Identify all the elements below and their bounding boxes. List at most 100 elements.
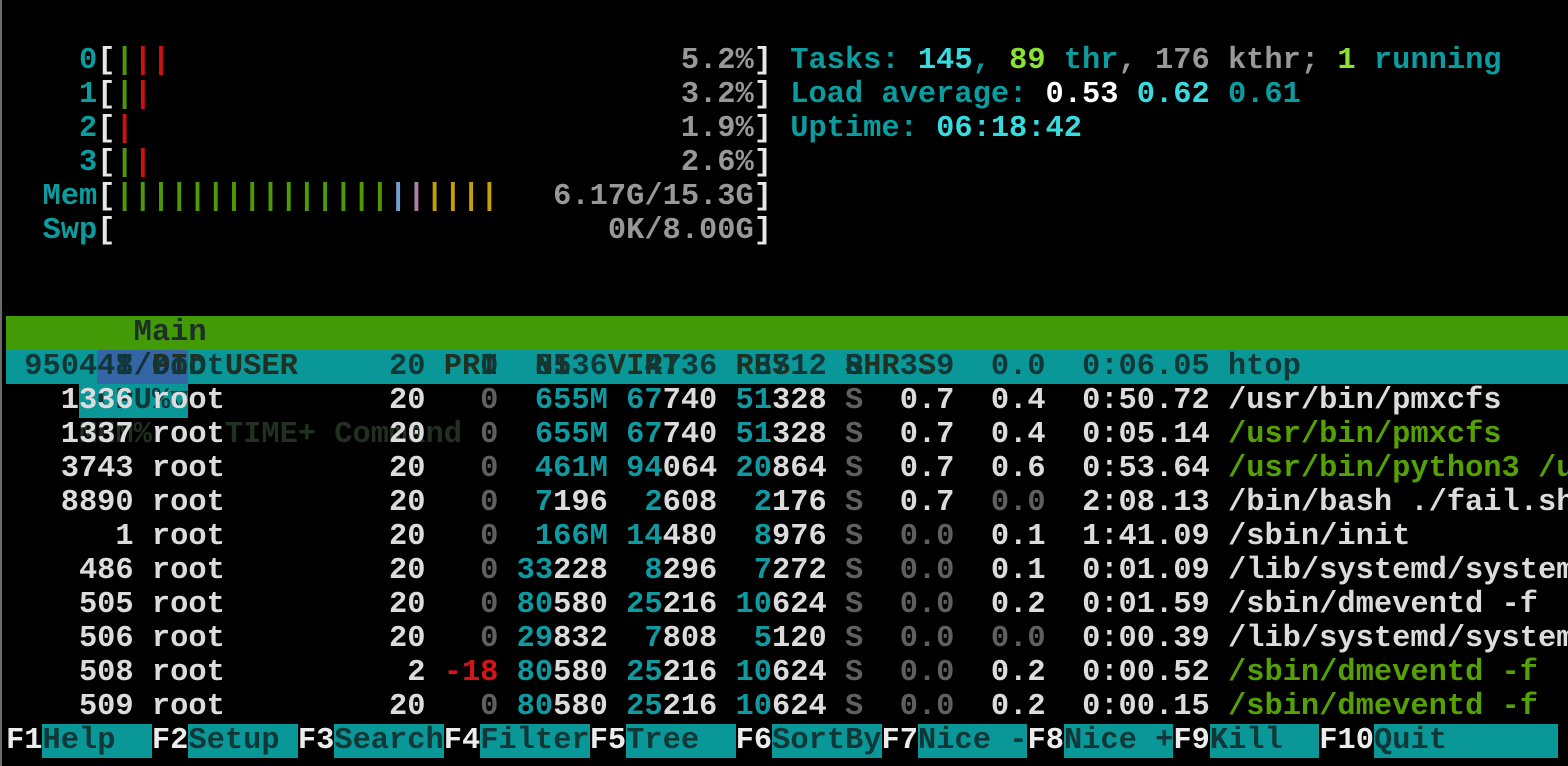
text-segment: 580	[553, 690, 608, 724]
fkey-f9-label[interactable]: Kill	[1210, 724, 1319, 758]
text-segment: [	[97, 146, 115, 180]
text-segment: 0.7	[863, 418, 954, 452]
text-segment: S	[827, 690, 863, 724]
text-segment: 10	[717, 656, 772, 690]
fkey-f1-label[interactable]: Help	[42, 724, 151, 758]
text-segment: 2	[608, 486, 663, 520]
process-row-950448[interactable]: 950448 root 20 0 8536 4736 3712 R 3.9 0.…	[6, 350, 1568, 384]
process-row-1337[interactable]: 1337 root 20 0 655M 67740 51328 S 0.7 0.…	[6, 418, 1568, 452]
cpu3-percent: 2.6%	[152, 146, 754, 180]
text-segment: 228	[553, 554, 608, 588]
text-segment: 0.0	[863, 588, 954, 622]
text-segment: S	[827, 418, 863, 452]
fkey-f1-key[interactable]: F1	[6, 724, 42, 758]
text-segment: /usr/bin/pmxcfs	[1228, 418, 1502, 452]
text-segment: S	[827, 656, 863, 690]
load-15min: 0.61	[1228, 78, 1301, 112]
text-segment: /usr/bin/python3 /u	[1228, 452, 1568, 486]
text-segment: 5	[717, 622, 772, 656]
text-segment: 0:01.59	[1046, 588, 1210, 622]
text-segment: 166M	[498, 520, 607, 554]
text-segment: 608	[663, 486, 718, 520]
process-row-8890[interactable]: 8890 root 20 0 7196 2608 2176 S 0.7 0.0 …	[6, 486, 1568, 520]
text-segment: 950448 root 20 0 8536 4736 3712 R 3.9 0.…	[6, 350, 1301, 384]
process-row-486[interactable]: 486 root 20 0 33228 8296 7272 S 0.0 0.1 …	[6, 554, 1568, 588]
text-segment: 0	[425, 418, 498, 452]
text-segment: ]	[754, 180, 772, 214]
blank-line	[6, 248, 1568, 282]
process-row-509[interactable]: 509 root 20 0 80580 25216 10624 S 0.0 0.…	[6, 690, 1568, 724]
text-segment: 655M	[498, 384, 607, 418]
text-segment: ,	[1119, 44, 1155, 78]
text-segment: 176	[772, 486, 827, 520]
table-header[interactable]: PID USER PRI NI VIRT RES SHR S CPU%▽ MEM…	[6, 316, 1568, 350]
fkey-f3-key[interactable]: F3	[298, 724, 334, 758]
text-segment: 0.0	[954, 622, 1045, 656]
text-segment: 8	[608, 554, 663, 588]
process-row-505[interactable]: 505 root 20 0 80580 25216 10624 S 0.0 0.…	[6, 588, 1568, 622]
text-segment: [	[97, 44, 115, 78]
text-segment: 328	[772, 418, 827, 452]
process-row-1336[interactable]: 1336 root 20 0 655M 67740 51328 S 0.7 0.…	[6, 384, 1568, 418]
fkey-f10-label[interactable]: Quit	[1374, 724, 1558, 758]
fkey-f4-label[interactable]: Filter	[480, 724, 589, 758]
fkey-f6-key[interactable]: F6	[736, 724, 772, 758]
text-segment: 0.4	[954, 384, 1045, 418]
cpu3-bars: |	[115, 146, 133, 180]
process-row-506[interactable]: 506 root 20 0 29832 7808 5120 S 0.0 0.0 …	[6, 622, 1568, 656]
text-segment: 624	[772, 656, 827, 690]
text-segment: 0.7	[863, 452, 954, 486]
text-segment: 0.0	[863, 656, 954, 690]
tab-main[interactable]: Main	[115, 316, 224, 350]
process-row-508[interactable]: 508 root 2 -18 80580 25216 10624 S 0.0 0…	[6, 656, 1568, 690]
fkey-f3-label[interactable]: Search	[334, 724, 443, 758]
fkey-f7-label[interactable]: Nice -	[918, 724, 1027, 758]
tabs-bar: Main I/O	[6, 282, 1568, 316]
text-segment: 0:01.09	[1046, 554, 1210, 588]
text-segment: /lib/systemd/system	[1210, 554, 1568, 588]
text-segment: 461M	[498, 452, 607, 486]
process-row-1[interactable]: 1 root 20 0 166M 14480 8976 S 0.0 0.1 1:…	[6, 520, 1568, 554]
fkey-f2-key[interactable]: F2	[152, 724, 188, 758]
text-segment: 976	[772, 520, 827, 554]
text-segment: 1337 root 20	[6, 418, 425, 452]
text-segment	[1210, 78, 1228, 112]
fkey-f10-key[interactable]: F10	[1319, 724, 1374, 758]
cpu2-bars: |	[115, 112, 133, 146]
process-row-3743[interactable]: 3743 root 20 0 461M 94064 20864 S 0.7 0.…	[6, 452, 1568, 486]
tasks-summary: Tasks: 145, 89 thr, 176 kthr; 1 running	[790, 44, 1501, 78]
function-key-bar: F1Help F2Setup F3SearchF4FilterF5Tree F6…	[6, 724, 1568, 758]
text-segment: /sbin/dmeventd -f	[1228, 690, 1538, 724]
text-segment: 505 root 20	[6, 588, 425, 622]
text-segment: ,	[973, 44, 1009, 78]
fkey-f2-label[interactable]: Setup	[188, 724, 297, 758]
fkey-f4-key[interactable]: F4	[444, 724, 480, 758]
text-segment: 80	[498, 656, 553, 690]
text-segment: thr	[1046, 44, 1119, 78]
text-segment: S	[827, 452, 863, 486]
fkey-f6-label[interactable]: SortBy	[772, 724, 881, 758]
cpu0-label: 0	[6, 44, 97, 78]
fkey-f7-key[interactable]: F7	[882, 724, 918, 758]
text-segment: [	[97, 180, 115, 214]
text-segment: 0	[425, 486, 498, 520]
text-segment: 0.2	[954, 656, 1045, 690]
text-segment: 80	[498, 588, 553, 622]
fkey-f9-key[interactable]: F9	[1173, 724, 1209, 758]
cpu0-percent: 5.2%	[170, 44, 754, 78]
fkey-f5-key[interactable]: F5	[590, 724, 626, 758]
text-segment: 0:05.14	[1046, 418, 1210, 452]
text-segment: 808	[663, 622, 718, 656]
text-segment: 0	[425, 690, 498, 724]
blank-line	[6, 10, 1568, 44]
fkey-f8-key[interactable]: F8	[1027, 724, 1063, 758]
fkey-f8-label[interactable]: Nice +	[1064, 724, 1173, 758]
text-segment: 51	[717, 418, 772, 452]
fkey-f5-label[interactable]: Tree	[626, 724, 735, 758]
text-segment: 0	[425, 554, 498, 588]
text-segment: 7	[717, 554, 772, 588]
summary-panel: Tasks: 145, 89 thr, 176 kthr; 1 runningL…	[790, 44, 1501, 146]
cpu1-bars: |	[115, 78, 133, 112]
cpu1-label: 1	[6, 78, 97, 112]
thread-count: 89	[1009, 44, 1045, 78]
